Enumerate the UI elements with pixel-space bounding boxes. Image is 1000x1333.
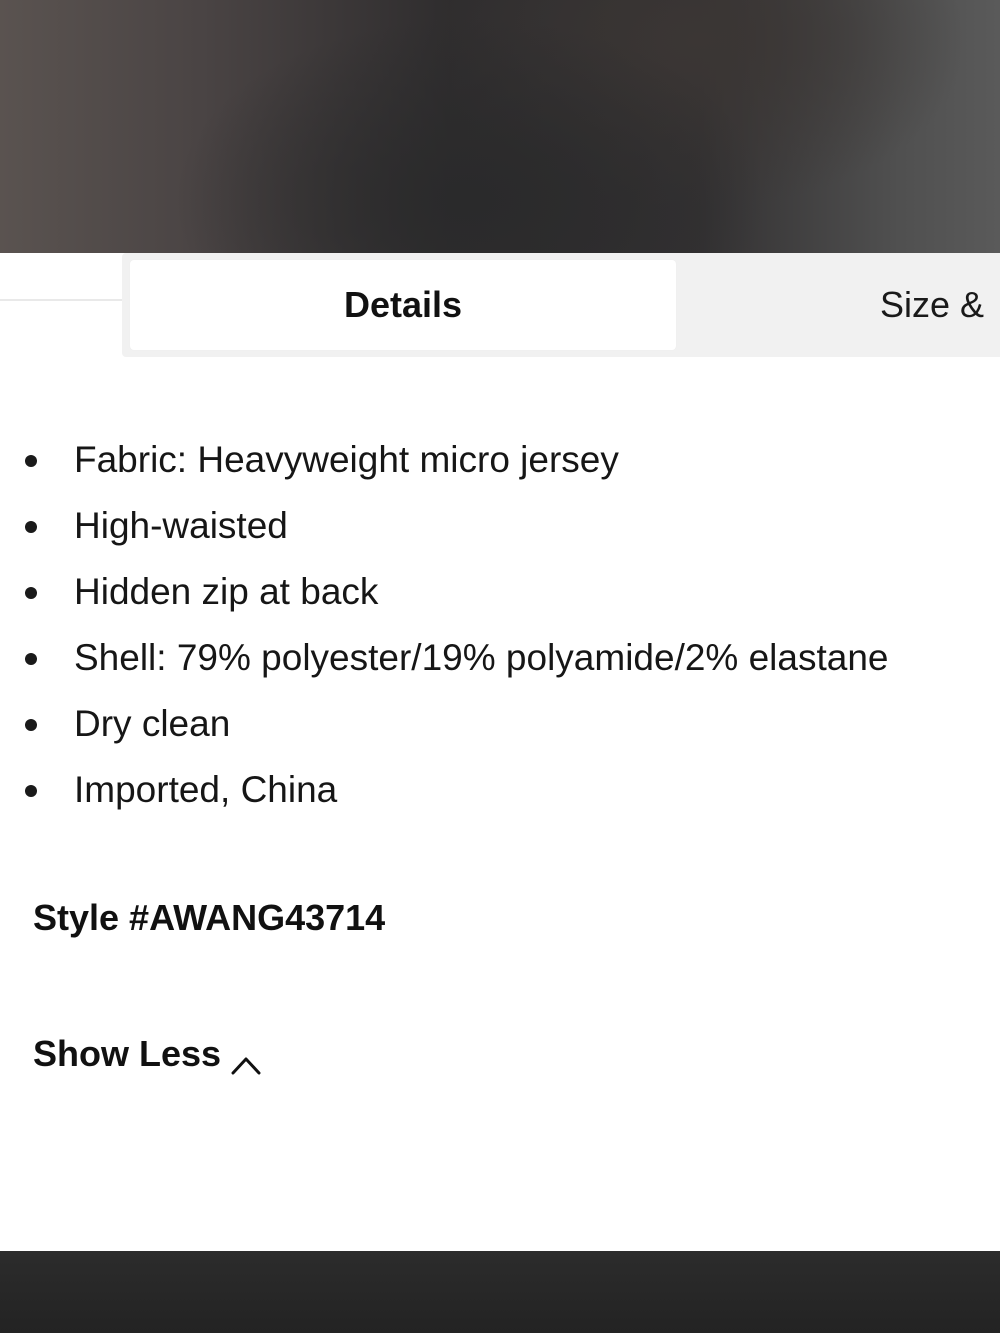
list-item: Hidden zip at back [0,559,1000,625]
tab-size-and-fit[interactable]: Size & [880,260,984,350]
bullet-icon [25,785,37,797]
bullet-icon [25,521,37,533]
list-item: Imported, China [0,757,1000,823]
bullet-icon [25,653,37,665]
list-item-text: Shell: 79% polyester/19% polyamide/2% el… [74,637,889,678]
show-less-label: Show Less [33,1033,222,1074]
list-item: Fabric: Heavyweight micro jersey [0,427,1000,493]
bullet-icon [25,455,37,467]
chevron-up-icon [229,1044,263,1075]
tab-divider [0,299,124,301]
bottom-bar [0,1251,1000,1333]
list-item: Dry clean [0,691,1000,757]
list-item-text: Imported, China [74,769,338,810]
list-item: High-waisted [0,493,1000,559]
bullet-icon [25,587,37,599]
list-item-text: Hidden zip at back [74,571,379,612]
product-photo-partial [0,0,1000,253]
list-item-text: Fabric: Heavyweight micro jersey [74,439,619,480]
tab-size-label: Size & [880,284,985,325]
details-list: Fabric: Heavyweight micro jersey High-wa… [0,427,1000,823]
style-number: Style #AWANG43714 [33,897,386,938]
show-less-button[interactable]: Show Less [33,1033,263,1075]
list-item-text: Dry clean [74,703,231,744]
tab-details-label: Details [343,284,463,325]
tab-details[interactable]: Details [130,260,676,350]
list-item-text: High-waisted [74,505,288,546]
list-item: Shell: 79% polyester/19% polyamide/2% el… [0,625,1000,691]
product-info-tabs: Details Size & [0,253,1000,358]
bullet-icon [25,719,37,731]
